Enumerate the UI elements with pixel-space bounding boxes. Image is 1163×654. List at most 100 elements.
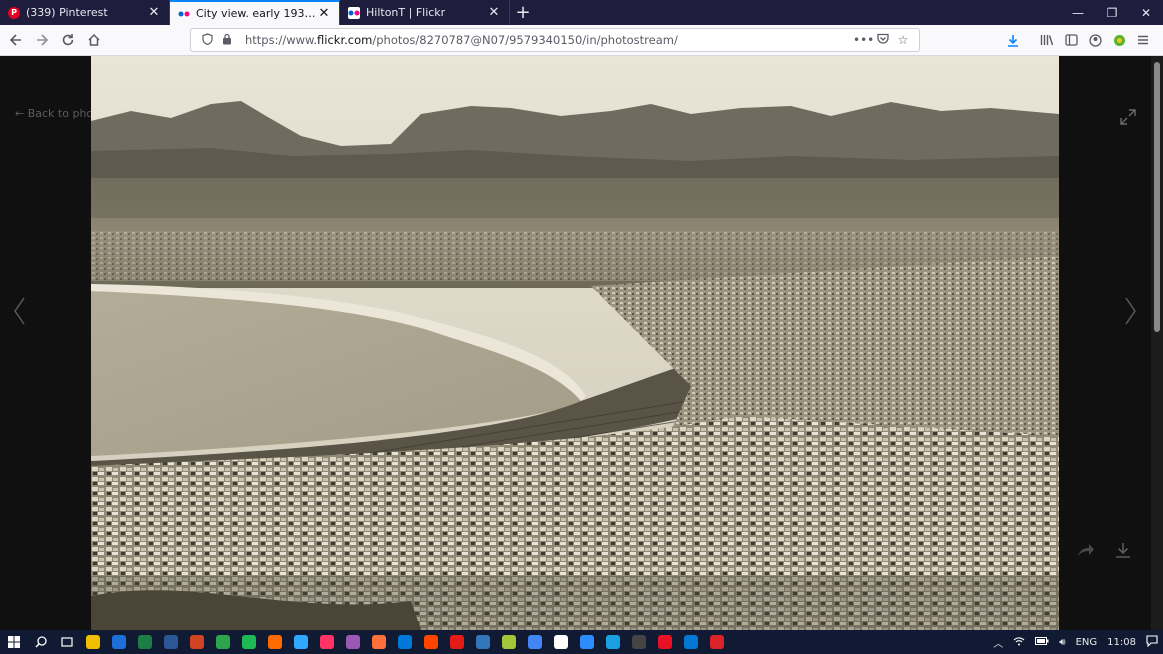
- tab-pinterest[interactable]: P (339) Pinterest ✕: [0, 0, 170, 25]
- taskbar-app-icon[interactable]: [600, 630, 626, 654]
- app-tile: [502, 635, 516, 649]
- previous-photo-arrow-icon[interactable]: [12, 296, 26, 334]
- bookmark-star-icon[interactable]: ☆: [893, 33, 913, 47]
- forward-arrow-icon[interactable]: [30, 28, 54, 52]
- close-tab-icon[interactable]: ✕: [487, 5, 501, 20]
- taskbar-app-icon[interactable]: [106, 630, 132, 654]
- taskbar-app-icon[interactable]: [132, 630, 158, 654]
- app-tile: [710, 635, 724, 649]
- tab-title: HiltonT | Flickr: [366, 6, 446, 19]
- taskbar-app-icon[interactable]: [574, 630, 600, 654]
- taskbar-app-icon[interactable]: [236, 630, 262, 654]
- app-tile: [554, 635, 568, 649]
- expand-icon[interactable]: [1119, 108, 1137, 130]
- close-tab-icon[interactable]: ✕: [317, 6, 331, 21]
- lock-icon[interactable]: [217, 33, 237, 48]
- minimize-icon[interactable]: —: [1061, 0, 1095, 25]
- app-tile: [398, 635, 412, 649]
- tab-strip: P (339) Pinterest ✕ City view. early 193…: [0, 0, 1163, 25]
- menu-icon[interactable]: [1131, 28, 1155, 52]
- app-tile: [268, 635, 282, 649]
- taskbar-app-icon[interactable]: [626, 630, 652, 654]
- pocket-icon[interactable]: [873, 33, 893, 47]
- new-tab-button[interactable]: +: [510, 0, 536, 25]
- taskbar-app-icon[interactable]: [418, 630, 444, 654]
- app-tile: [372, 635, 386, 649]
- taskbar-app-icon[interactable]: [470, 630, 496, 654]
- download-icon[interactable]: [1115, 542, 1131, 562]
- app-tile: [658, 635, 672, 649]
- system-tray: ︿ 🔊︎ ENG 11:08: [988, 630, 1163, 654]
- taskbar-app-icon[interactable]: [158, 630, 184, 654]
- taskbar-app-icon[interactable]: [314, 630, 340, 654]
- tab-flickr-photo[interactable]: City view. early 1930's | Etienne ✕: [170, 0, 340, 25]
- share-icon[interactable]: [1077, 542, 1095, 562]
- close-window-icon[interactable]: ✕: [1129, 0, 1163, 25]
- downloads-icon[interactable]: [1001, 28, 1025, 52]
- close-tab-icon[interactable]: ✕: [147, 5, 161, 20]
- taskbar-app-icon[interactable]: [652, 630, 678, 654]
- taskbar-app-icon[interactable]: [288, 630, 314, 654]
- scrollbar-thumb[interactable]: [1154, 62, 1160, 332]
- notifications-icon[interactable]: [1141, 634, 1163, 650]
- taskbar-app-icon[interactable]: [366, 630, 392, 654]
- app-tile: [216, 635, 230, 649]
- window-controls: — ❐ ✕: [1061, 0, 1163, 25]
- taskbar-app-icon[interactable]: [704, 630, 730, 654]
- address-bar[interactable]: https://www.flickr.com/photos/8270787@N0…: [190, 28, 920, 52]
- sidebar-icon[interactable]: [1059, 28, 1083, 52]
- language-indicator[interactable]: ENG: [1071, 637, 1103, 648]
- pinned-apps: [80, 630, 730, 654]
- clock[interactable]: 11:08: [1102, 637, 1141, 648]
- taskbar-app-icon[interactable]: [80, 630, 106, 654]
- app-tile: [320, 635, 334, 649]
- taskbar-app-icon[interactable]: [444, 630, 470, 654]
- taskbar-app-icon[interactable]: [548, 630, 574, 654]
- app-tile: [424, 635, 438, 649]
- page-actions-icon[interactable]: •••: [853, 33, 874, 47]
- city-view-photo-image: [91, 56, 1059, 630]
- toolbar-right-buttons: [1001, 28, 1155, 52]
- flickr-icon: [348, 6, 360, 19]
- pinterest-icon: P: [8, 6, 20, 19]
- app-tile: [580, 635, 594, 649]
- taskbar-app-icon[interactable]: [392, 630, 418, 654]
- search-icon[interactable]: [28, 630, 54, 654]
- taskbar-app-icon[interactable]: [184, 630, 210, 654]
- task-view-icon[interactable]: [54, 630, 80, 654]
- app-tile: [346, 635, 360, 649]
- taskbar-app-icon[interactable]: [496, 630, 522, 654]
- extension-icon[interactable]: [1107, 28, 1131, 52]
- app-tile: [606, 635, 620, 649]
- taskbar-app-icon[interactable]: [262, 630, 288, 654]
- tray-overflow-icon[interactable]: ︿: [988, 635, 1008, 650]
- app-tile: [164, 635, 178, 649]
- app-tile: [450, 635, 464, 649]
- volume-icon[interactable]: 🔊︎: [1054, 637, 1070, 648]
- photo[interactable]: [91, 56, 1059, 630]
- taskbar-app-icon[interactable]: [340, 630, 366, 654]
- taskbar-app-icon[interactable]: [522, 630, 548, 654]
- wifi-icon[interactable]: [1008, 636, 1030, 649]
- app-tile: [86, 635, 100, 649]
- app-tile: [684, 635, 698, 649]
- url-text: https://www.flickr.com/photos/8270787@N0…: [245, 33, 678, 47]
- account-icon[interactable]: [1083, 28, 1107, 52]
- taskbar-app-icon[interactable]: [678, 630, 704, 654]
- taskbar-app-icon[interactable]: [210, 630, 236, 654]
- tab-title: (339) Pinterest: [26, 6, 108, 19]
- reload-icon[interactable]: [56, 28, 80, 52]
- app-tile: [294, 635, 308, 649]
- home-icon[interactable]: [82, 28, 106, 52]
- library-icon[interactable]: [1035, 28, 1059, 52]
- tracking-shield-icon[interactable]: [197, 32, 217, 48]
- back-arrow-icon: ←: [15, 107, 28, 120]
- tab-flickr-user[interactable]: HiltonT | Flickr ✕: [340, 0, 510, 25]
- battery-icon[interactable]: [1030, 636, 1054, 648]
- flickr-icon: [178, 8, 190, 20]
- vertical-scrollbar[interactable]: [1151, 56, 1163, 630]
- next-photo-arrow-icon[interactable]: [1124, 296, 1138, 334]
- back-arrow-icon[interactable]: [4, 28, 28, 52]
- windows-start-icon[interactable]: [0, 630, 28, 654]
- restore-icon[interactable]: ❐: [1095, 0, 1129, 25]
